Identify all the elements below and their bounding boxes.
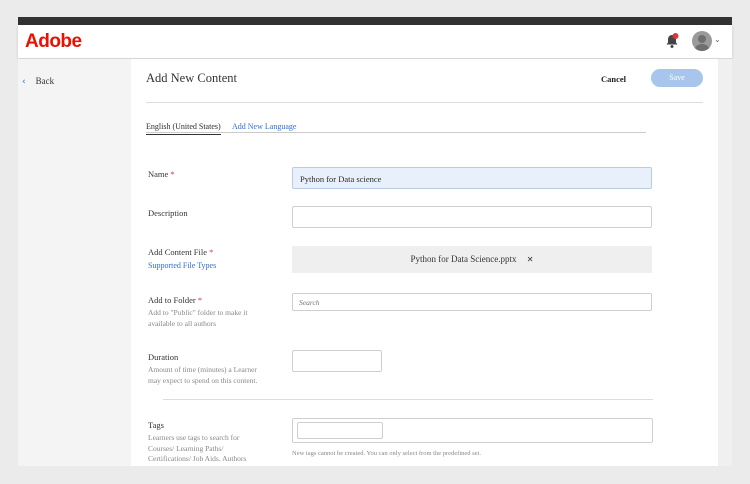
tabs-underline (146, 132, 646, 133)
name-label: Name * (148, 169, 175, 179)
sidebar: ‹ Back (18, 59, 131, 466)
uploaded-file: Python for Data Science.pptx ✕ (292, 246, 652, 273)
adobe-logo[interactable]: Adobe (25, 31, 82, 53)
divider (163, 399, 653, 400)
folder-search-input[interactable] (292, 293, 652, 311)
tags-input[interactable] (297, 422, 383, 439)
folder-help: Add to "Public" folder to make it availa… (148, 308, 248, 328)
supported-file-types-link[interactable]: Supported File Types (148, 261, 216, 270)
chevron-left-icon: ‹ (22, 77, 26, 87)
content-file-label: Add Content File * (148, 247, 214, 257)
tags-help: Learners use tags to search for Courses/… (148, 433, 247, 466)
tab-english[interactable]: English (United States) (146, 122, 221, 135)
duration-label: Duration (148, 352, 179, 362)
user-avatar[interactable] (692, 31, 712, 51)
tags-note: New tags cannot be created. You can only… (292, 450, 481, 457)
back-button[interactable]: ‹ Back (22, 76, 54, 87)
tab-add-new-language[interactable]: Add New Language (232, 122, 296, 131)
window-top-bar (18, 17, 732, 25)
file-name: Python for Data Science.pptx (410, 254, 517, 264)
description-label: Description (148, 208, 188, 218)
duration-help: Amount of time (minutes) a Learner may e… (148, 365, 258, 385)
app-header: Adobe ⌄ (18, 25, 732, 58)
chevron-down-icon[interactable]: ⌄ (714, 35, 721, 44)
remove-file-icon[interactable]: ✕ (527, 255, 534, 264)
notification-bell-icon[interactable] (665, 33, 679, 49)
tags-field (292, 418, 653, 443)
cancel-button[interactable]: Cancel (601, 74, 626, 84)
divider (146, 102, 703, 103)
name-input[interactable]: Python for Data science (292, 167, 652, 189)
duration-input[interactable] (292, 350, 382, 372)
save-button[interactable]: Save (651, 69, 703, 87)
description-input[interactable] (292, 206, 652, 228)
back-label: Back (35, 76, 55, 86)
tags-label: Tags (148, 420, 164, 430)
content-frame: ‹ Back Add New Content Cancel Save Englis… (18, 59, 732, 466)
page-title: Add New Content (146, 71, 237, 85)
folder-label: Add to Folder * (148, 295, 203, 305)
right-gutter (718, 59, 732, 466)
